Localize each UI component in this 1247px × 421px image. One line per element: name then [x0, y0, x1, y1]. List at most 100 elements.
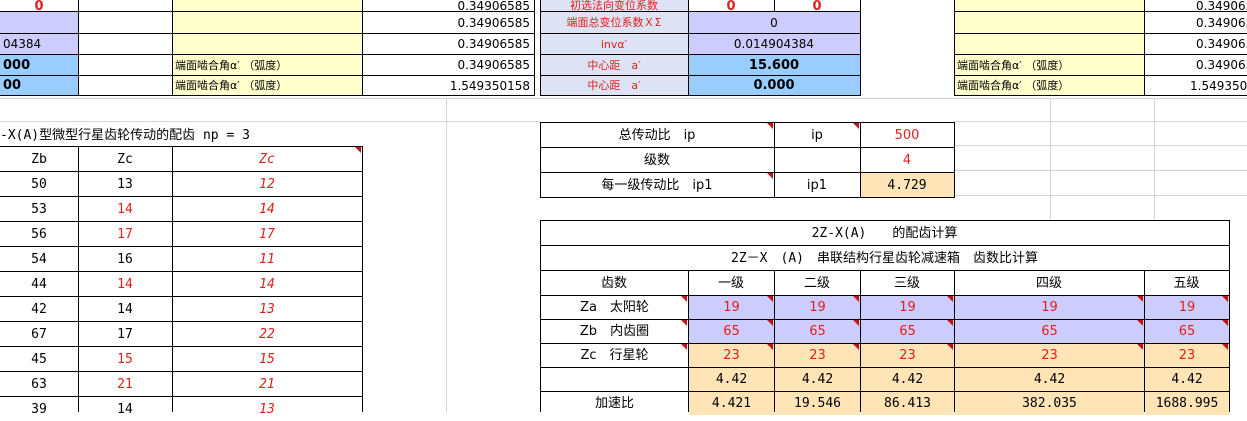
tm-r1-label: 初选法向变位系数: [540, 0, 688, 11]
cell-zb[interactable]: 45: [0, 347, 78, 371]
gear-row-label: Zb 内齿圈: [579, 324, 650, 339]
cell-zc[interactable]: 14: [78, 397, 172, 421]
gear-value-cell[interactable]: 23: [775, 344, 860, 367]
gear-value-cell[interactable]: 23: [689, 344, 774, 367]
cell-zc[interactable]: 14: [78, 197, 172, 221]
cell-zc2[interactable]: 22: [172, 322, 362, 346]
per-stage-ratio-label: 每一级传动比 ip1: [601, 177, 713, 193]
gear-value-cell[interactable]: 65: [775, 320, 860, 343]
tm-r3-v: 0.014904384: [688, 34, 860, 54]
gear-value-cell[interactable]: 4.42: [689, 368, 774, 391]
cell-zc2[interactable]: 21: [172, 372, 362, 396]
comment-marker: [853, 296, 859, 302]
tm-r5-v: 0.000: [688, 76, 860, 95]
comment-marker: [767, 344, 773, 350]
tr-r5-d: 1.549350: [1190, 78, 1247, 93]
comment-marker: [947, 344, 953, 350]
cell-zc2[interactable]: 11: [172, 247, 362, 271]
comment-marker: [1222, 320, 1228, 326]
stages-label: 级数: [643, 152, 670, 168]
tl-r4-d: 0.34906585: [457, 58, 530, 72]
gear-value-cell[interactable]: 4.42: [861, 368, 954, 391]
tm-r1-v2[interactable]: 0: [774, 0, 860, 11]
table-title: -X(A)型微型行星齿轮传动的配齿 np = 3: [0, 127, 250, 143]
cell-zc2[interactable]: 17: [172, 222, 362, 246]
comment-marker: [1222, 296, 1228, 302]
cell-zc[interactable]: 13: [78, 172, 172, 196]
cell-zc[interactable]: 17: [78, 222, 172, 246]
cell-zb[interactable]: 53: [0, 197, 78, 221]
comment-marker: [355, 147, 361, 153]
total-ratio-label: 总传动比 ip: [618, 127, 696, 143]
tl-r1-a: 0: [34, 0, 44, 11]
gear-value-cell[interactable]: 4.42: [775, 368, 860, 391]
tm-r2-v: 0: [688, 12, 860, 33]
cell-zb[interactable]: 39: [0, 397, 78, 421]
gear-value-cell[interactable]: 19: [775, 296, 860, 319]
cell-zc[interactable]: 14: [78, 297, 172, 321]
gear-table-title: 2Z-X(A) 的配齿计算: [811, 225, 958, 241]
cell-zb[interactable]: 50: [0, 172, 78, 196]
gear-value-cell[interactable]: 4.42: [955, 368, 1144, 391]
gear-value-cell[interactable]: 19: [689, 296, 774, 319]
tl-r5-c: 端面啮合角α′ （弧度）: [172, 76, 362, 95]
gear-value-cell[interactable]: 23: [861, 344, 954, 367]
cell-zc2[interactable]: 15: [172, 347, 362, 371]
tr-r4-c: 端面啮合角α′ （弧度）: [954, 55, 1144, 75]
cell-zc2[interactable]: 12: [172, 172, 362, 196]
cell-zc2[interactable]: 13: [172, 297, 362, 321]
cell-zb[interactable]: 56: [0, 222, 78, 246]
tm-r4-label: 中心距 a′: [540, 55, 688, 75]
tm-r1-v1[interactable]: 0: [688, 0, 774, 11]
cell-zb[interactable]: 44: [0, 272, 78, 296]
header-zc: Zc: [117, 151, 133, 167]
cell-zb[interactable]: 54: [0, 247, 78, 271]
stages-value[interactable]: 4: [860, 148, 954, 172]
tm-r4-v: 15.600: [688, 55, 860, 75]
gear-value-cell[interactable]: 65: [861, 320, 954, 343]
cell-zb[interactable]: 67: [0, 322, 78, 346]
comment-marker: [853, 344, 859, 350]
cell-zc2[interactable]: 14: [172, 272, 362, 296]
cell-zc[interactable]: 16: [78, 247, 172, 271]
total-ratio-symbol: ip: [811, 127, 823, 143]
cell-zc[interactable]: 14: [78, 272, 172, 296]
gear-value-cell[interactable]: 19: [861, 296, 954, 319]
gear-value-cell[interactable]: 65: [955, 320, 1144, 343]
gear-header-col: 齿数: [600, 275, 627, 291]
total-ratio-value[interactable]: 500: [860, 123, 954, 147]
cell-zc[interactable]: 21: [78, 372, 172, 396]
gear-value-cell[interactable]: 65: [689, 320, 774, 343]
tr-r5-c: 端面啮合角α′ （弧度）: [954, 76, 1144, 95]
comment-marker: [853, 123, 859, 129]
gear-value-cell[interactable]: 23: [955, 344, 1144, 367]
tl-r4-c: 端面啮合角α′ （弧度）: [172, 55, 362, 75]
gear-value-cell[interactable]: 65: [1145, 320, 1229, 343]
cell-zc2[interactable]: 13: [172, 397, 362, 421]
cell-zc[interactable]: 15: [78, 347, 172, 371]
tm-r3-label: invα′: [540, 34, 688, 54]
gear-value-cell[interactable]: 19: [1145, 296, 1229, 319]
gear-header-col: 一级: [717, 275, 744, 291]
gear-table-subtitle: 2Z－X (A) 串联结构行星齿轮减速箱 齿数比计算: [731, 250, 1038, 266]
tl-r2-a: [0, 12, 78, 33]
comment-marker: [681, 296, 687, 302]
gear-row-label: [541, 368, 688, 391]
tr-r1-d: 0.349065: [1196, 0, 1247, 11]
gear-value-cell[interactable]: 23: [1145, 344, 1229, 367]
cell-zb[interactable]: 42: [0, 297, 78, 321]
tl-r5-d: 1.549350158: [449, 78, 530, 93]
comment-marker: [947, 296, 953, 302]
cell-zb[interactable]: 63: [0, 372, 78, 396]
tr-r3-d: 0.349065: [1196, 37, 1247, 51]
header-zb: Zb: [31, 151, 47, 167]
cell-zc2[interactable]: 14: [172, 197, 362, 221]
comment-marker: [767, 296, 773, 302]
gear-value-cell[interactable]: 19: [955, 296, 1144, 319]
comment-marker: [1222, 344, 1228, 350]
header-zc-red: Zc: [259, 151, 275, 167]
cell-zc[interactable]: 17: [78, 322, 172, 346]
gear-value-cell[interactable]: 4.42: [1145, 368, 1229, 391]
comment-marker: [947, 320, 953, 326]
comment-marker: [767, 123, 773, 129]
